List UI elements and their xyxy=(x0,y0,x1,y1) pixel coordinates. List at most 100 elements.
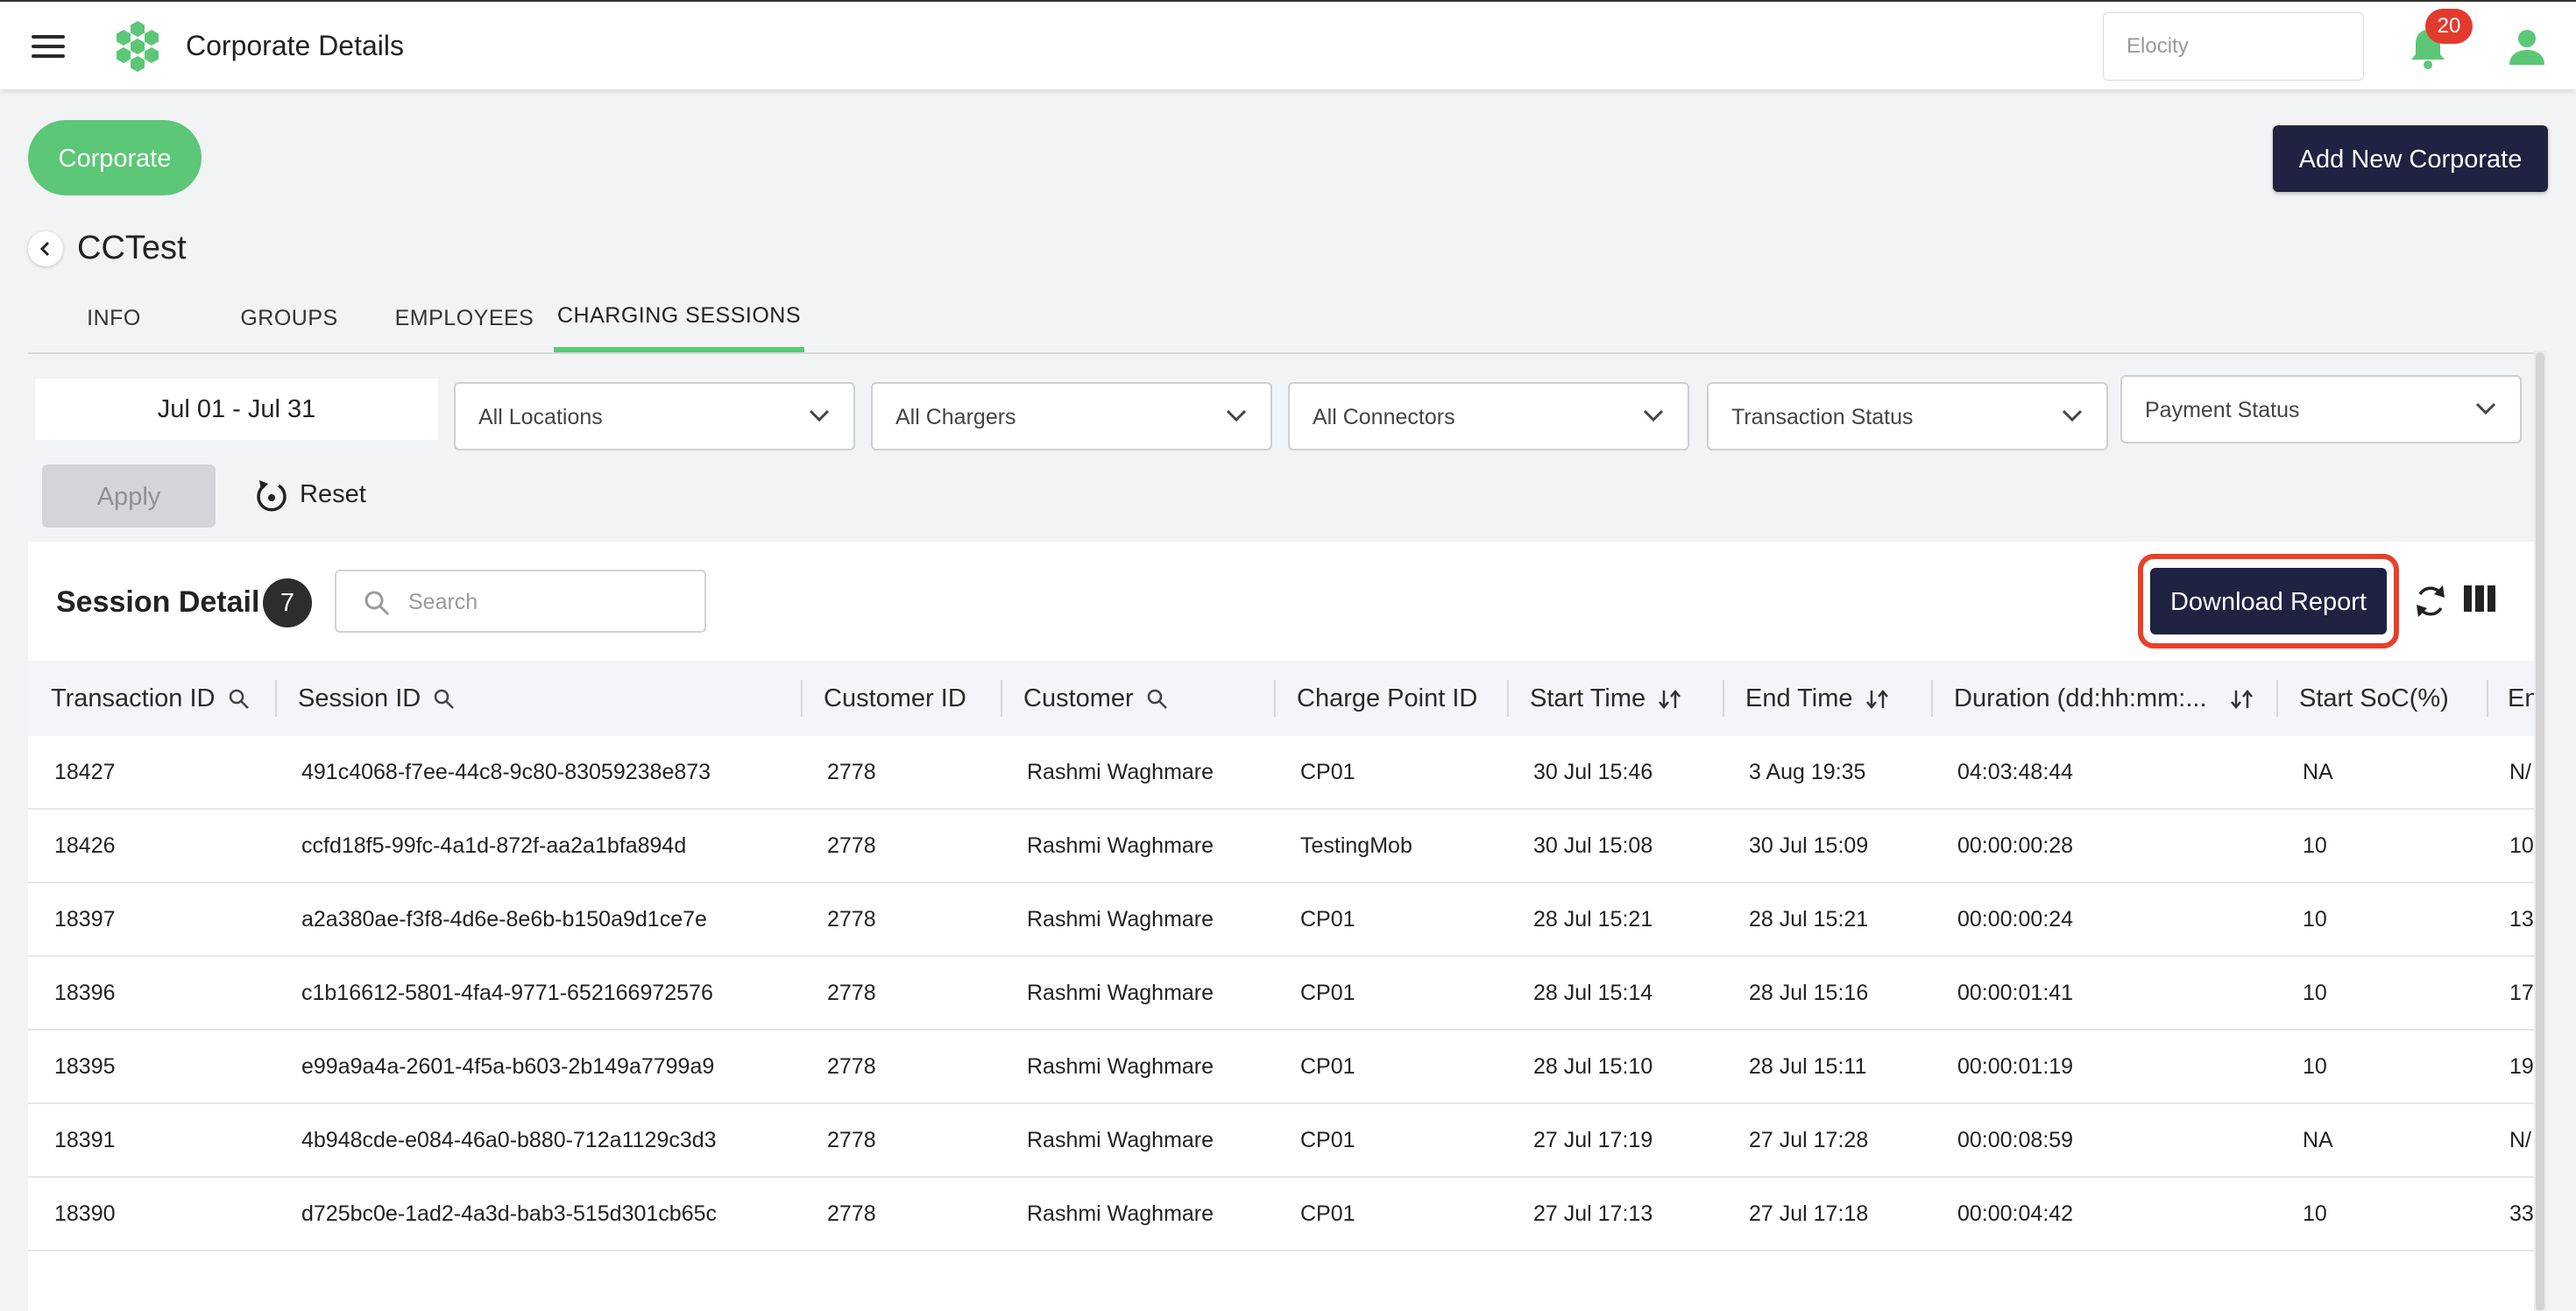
table-cell: 10 xyxy=(2303,981,2327,1005)
refresh-icon[interactable] xyxy=(2413,582,2448,620)
tab-groups[interactable]: GROUPS xyxy=(203,289,375,352)
column-header[interactable]: Charge Point ID xyxy=(1297,661,1516,736)
column-header[interactable]: End Time xyxy=(1745,661,1947,736)
user-icon[interactable] xyxy=(2508,28,2546,67)
table-row[interactable]: 18427 491c4068-f7ee-44c8-9c80-83059238e8… xyxy=(28,736,2534,810)
table-cell: 27 Jul 17:13 xyxy=(1533,1201,1653,1226)
table-cell: 18391 xyxy=(54,1128,116,1152)
column-header[interactable]: Session ID xyxy=(298,661,797,736)
tab-charging-sessions[interactable]: CHARGING SESSIONS xyxy=(554,289,804,352)
table-cell: 2778 xyxy=(827,907,876,932)
table-cell: Rashmi Waghmare xyxy=(1027,1201,1214,1226)
table-cell: CP01 xyxy=(1300,981,1355,1005)
locations-select[interactable]: All Locations xyxy=(454,382,855,450)
search-icon[interactable] xyxy=(433,688,456,711)
table-cell: c1b16612-5801-4fa4-9771-652166972576 xyxy=(301,981,713,1005)
table-cell: TestingMob xyxy=(1300,833,1412,858)
table-cell: CP01 xyxy=(1300,907,1355,932)
scrollbar-thumb[interactable] xyxy=(2536,352,2544,1311)
sort-icon[interactable] xyxy=(1658,688,1682,711)
reset-icon xyxy=(257,480,287,512)
column-header-label: Charge Point ID xyxy=(1297,684,1478,712)
tab-employees[interactable]: EMPLOYEES xyxy=(379,289,550,352)
table-cell: 30 Jul 15:46 xyxy=(1533,760,1653,784)
connectors-select[interactable]: All Connectors xyxy=(1288,382,1689,450)
table-cell: 491c4068-f7ee-44c8-9c80-83059238e873 xyxy=(301,760,711,784)
column-header-label: Start SoC(%) xyxy=(2299,684,2449,712)
transaction-status-select[interactable]: Transaction Status xyxy=(1707,382,2108,450)
sort-icon[interactable] xyxy=(1865,688,1890,711)
table-row[interactable]: 18391 4b948cde-e084-46a0-b880-712a1129c3… xyxy=(28,1104,2534,1178)
column-header-label: Customer ID xyxy=(824,684,966,712)
table-cell: Rashmi Waghmare xyxy=(1027,981,1214,1005)
date-range-picker[interactable]: Jul 01 - Jul 31 xyxy=(35,379,438,440)
chevron-down-icon xyxy=(809,409,830,422)
table-cell: 00:00:00:28 xyxy=(1957,833,2074,858)
table-cell: 2778 xyxy=(827,833,876,858)
search-input[interactable] xyxy=(407,580,690,624)
table-cell: Rashmi Waghmare xyxy=(1027,760,1214,784)
table-cell: 04:03:48:44 xyxy=(1957,760,2074,784)
table-row[interactable]: 18395 e99a9a4a-2601-4f5a-b603-2b149a7799… xyxy=(28,1031,2534,1104)
table-cell: d725bc0e-1ad2-4a3d-bab3-515d301cb65c xyxy=(301,1201,718,1226)
table-cell: 18397 xyxy=(54,907,116,932)
search-icon[interactable] xyxy=(1146,688,1169,711)
table-row[interactable]: 18397 a2a380ae-f3f8-4d6e-8e6b-b150a9d1ce… xyxy=(28,883,2534,957)
table-cell: CP01 xyxy=(1300,1201,1355,1226)
table-cell: 00:00:00:24 xyxy=(1957,907,2074,932)
column-header[interactable]: Transaction ID xyxy=(51,661,287,736)
table-cell: 2778 xyxy=(827,981,876,1005)
chevron-left-icon xyxy=(39,241,50,257)
table-cell: e99a9a4a-2601-4f5a-b603-2b149a7799a9 xyxy=(301,1054,715,1079)
table-cell: CP01 xyxy=(1300,1054,1355,1079)
tab-info[interactable]: INFO xyxy=(28,289,200,352)
column-header-label: Duration (dd:hh:mm:... xyxy=(1954,684,2207,712)
table-cell: 28 Jul 15:14 xyxy=(1533,981,1653,1005)
table-row[interactable]: 18396 c1b16612-5801-4fa4-9771-6521669725… xyxy=(28,957,2534,1031)
back-button[interactable] xyxy=(28,231,63,266)
organization-field[interactable]: Elocity xyxy=(2103,12,2364,81)
menu-icon[interactable] xyxy=(32,33,65,60)
column-header[interactable]: Customer ID xyxy=(824,661,1016,736)
column-header-label: Start Time xyxy=(1530,684,1646,712)
table-cell: 10 xyxy=(2509,833,2534,858)
table-cell: 30 Jul 15:09 xyxy=(1749,833,1869,858)
hexagon-logo-icon xyxy=(117,21,159,72)
chargers-select[interactable]: All Chargers xyxy=(871,382,1272,450)
table-cell: 28 Jul 15:21 xyxy=(1749,907,1869,932)
session-detail-panel: Session Detail 7 Download Report Transac… xyxy=(28,542,2534,1311)
table-cell: CP01 xyxy=(1300,760,1355,784)
table-row[interactable]: 18390 d725bc0e-1ad2-4a3d-bab3-515d301cb6… xyxy=(28,1178,2534,1251)
column-header[interactable]: Start SoC(%) xyxy=(2299,661,2492,736)
column-header[interactable]: Duration (dd:hh:mm:... xyxy=(1954,661,2278,736)
top-bar: Corporate Details Elocity 20 xyxy=(0,0,2576,89)
table-cell: 18427 xyxy=(54,760,116,784)
table-cell: 00:00:01:19 xyxy=(1957,1054,2074,1079)
apply-button[interactable]: Apply xyxy=(42,464,216,528)
table-cell: 10 xyxy=(2303,907,2327,932)
column-header-label: Customer xyxy=(1023,684,1134,712)
table-row[interactable]: 18426 ccfd18f5-99fc-4a1d-872f-aa2a1bfa89… xyxy=(28,810,2534,883)
sort-icon[interactable] xyxy=(2230,688,2254,711)
reset-label: Reset xyxy=(300,480,366,508)
column-header[interactable]: Start Time xyxy=(1530,661,1731,736)
table-cell: 30 Jul 15:08 xyxy=(1533,833,1653,858)
table-cell: Rashmi Waghmare xyxy=(1027,1128,1214,1152)
table-cell: 18390 xyxy=(54,1201,116,1226)
download-report-button[interactable]: Download Report xyxy=(2150,568,2387,634)
session-count-badge: 7 xyxy=(263,578,312,627)
search-icon xyxy=(364,591,390,616)
columns-icon[interactable] xyxy=(2464,585,2495,612)
column-header-label: End Time xyxy=(1745,684,1853,712)
column-header[interactable]: En xyxy=(2508,661,2534,736)
add-new-corporate-button[interactable]: Add New Corporate xyxy=(2273,125,2548,192)
corporate-button[interactable]: Corporate xyxy=(28,120,202,195)
payment-status-select[interactable]: Payment Status xyxy=(2120,375,2522,443)
column-header[interactable]: Customer xyxy=(1023,661,1286,736)
table-cell: 00:00:01:41 xyxy=(1957,981,2074,1005)
table-cell: 00:00:08:59 xyxy=(1957,1128,2074,1152)
table-cell: 2778 xyxy=(827,1054,876,1079)
search-icon[interactable] xyxy=(228,688,251,711)
page-title: Corporate Details xyxy=(186,30,404,61)
transaction-status-select-label: Transaction Status xyxy=(1731,405,1914,429)
